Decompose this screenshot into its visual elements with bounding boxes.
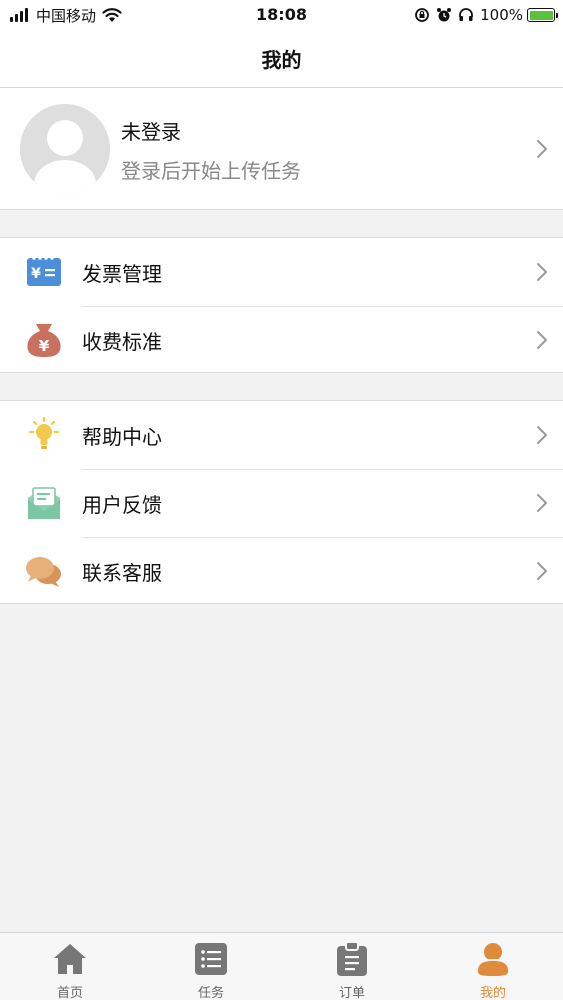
tab-mine[interactable]: 我的 [423, 933, 563, 1000]
menu-item-pricing[interactable]: ¥ 收费标准 [0, 306, 563, 374]
menu-group-support: 帮助中心 用户反馈 联系客服 [0, 400, 563, 604]
battery-icon [527, 8, 558, 22]
rotation-lock-icon [415, 8, 430, 22]
chevron-right-icon [537, 140, 547, 158]
tab-label: 首页 [56, 986, 83, 1000]
tab-label: 订单 [338, 986, 365, 1000]
profile-name: 未登录 [121, 120, 181, 144]
chevron-right-icon [537, 562, 547, 580]
menu-item-label: 用户反馈 [82, 493, 162, 517]
svg-text:¥: ¥ [39, 337, 50, 355]
tab-bar: 首页 任务 订单 我的 [0, 932, 563, 1000]
nav-bar: 我的 [0, 30, 563, 88]
profile-icon [478, 943, 508, 976]
battery-fill [529, 10, 553, 20]
menu-item-label: 发票管理 [82, 262, 162, 286]
invoice-icon: ¥ [27, 256, 61, 286]
menu-item-user-feedback[interactable]: 用户反馈 [0, 469, 563, 537]
headphones-icon [459, 8, 474, 21]
feedback-mail-icon [28, 487, 60, 519]
menu-item-help-center[interactable]: 帮助中心 [0, 401, 563, 469]
menu-item-label: 帮助中心 [82, 425, 162, 449]
alarm-icon [437, 8, 452, 22]
menu-item-label: 联系客服 [82, 561, 162, 585]
chevron-right-icon [537, 331, 547, 349]
avatar[interactable] [20, 104, 110, 194]
task-list-icon [195, 943, 227, 975]
status-bar: 中国移动 18:08 100% [0, 0, 563, 30]
home-icon [54, 944, 86, 974]
clipboard-icon [337, 941, 367, 976]
chevron-right-icon [537, 426, 547, 444]
menu-group-billing: ¥ 发票管理 ¥ 收费标准 [0, 237, 563, 373]
status-right: 100% [408, 5, 558, 25]
battery-percent: 100% [480, 6, 523, 24]
chevron-right-icon [537, 494, 547, 512]
lightbulb-icon [28, 417, 60, 449]
tab-home[interactable]: 首页 [0, 933, 140, 1000]
tab-orders[interactable]: 订单 [282, 933, 422, 1000]
menu-item-invoice-management[interactable]: ¥ 发票管理 [0, 238, 563, 306]
chevron-right-icon [537, 263, 547, 281]
page-title: 我的 [261, 48, 302, 72]
menu-item-contact-service[interactable]: 联系客服 [0, 537, 563, 605]
tab-label: 任务 [197, 986, 224, 1000]
avatar-placeholder-icon [20, 104, 110, 194]
money-bag-icon: ¥ [27, 324, 61, 357]
tab-label: 我的 [479, 986, 506, 1000]
tab-tasks[interactable]: 任务 [141, 933, 281, 1000]
svg-text:¥: ¥ [31, 266, 41, 282]
profile-card[interactable]: 未登录 登录后开始上传任务 [0, 88, 563, 210]
profile-subtitle: 登录后开始上传任务 [121, 159, 301, 183]
menu-item-label: 收费标准 [82, 330, 162, 354]
chat-bubbles-icon [26, 557, 61, 587]
